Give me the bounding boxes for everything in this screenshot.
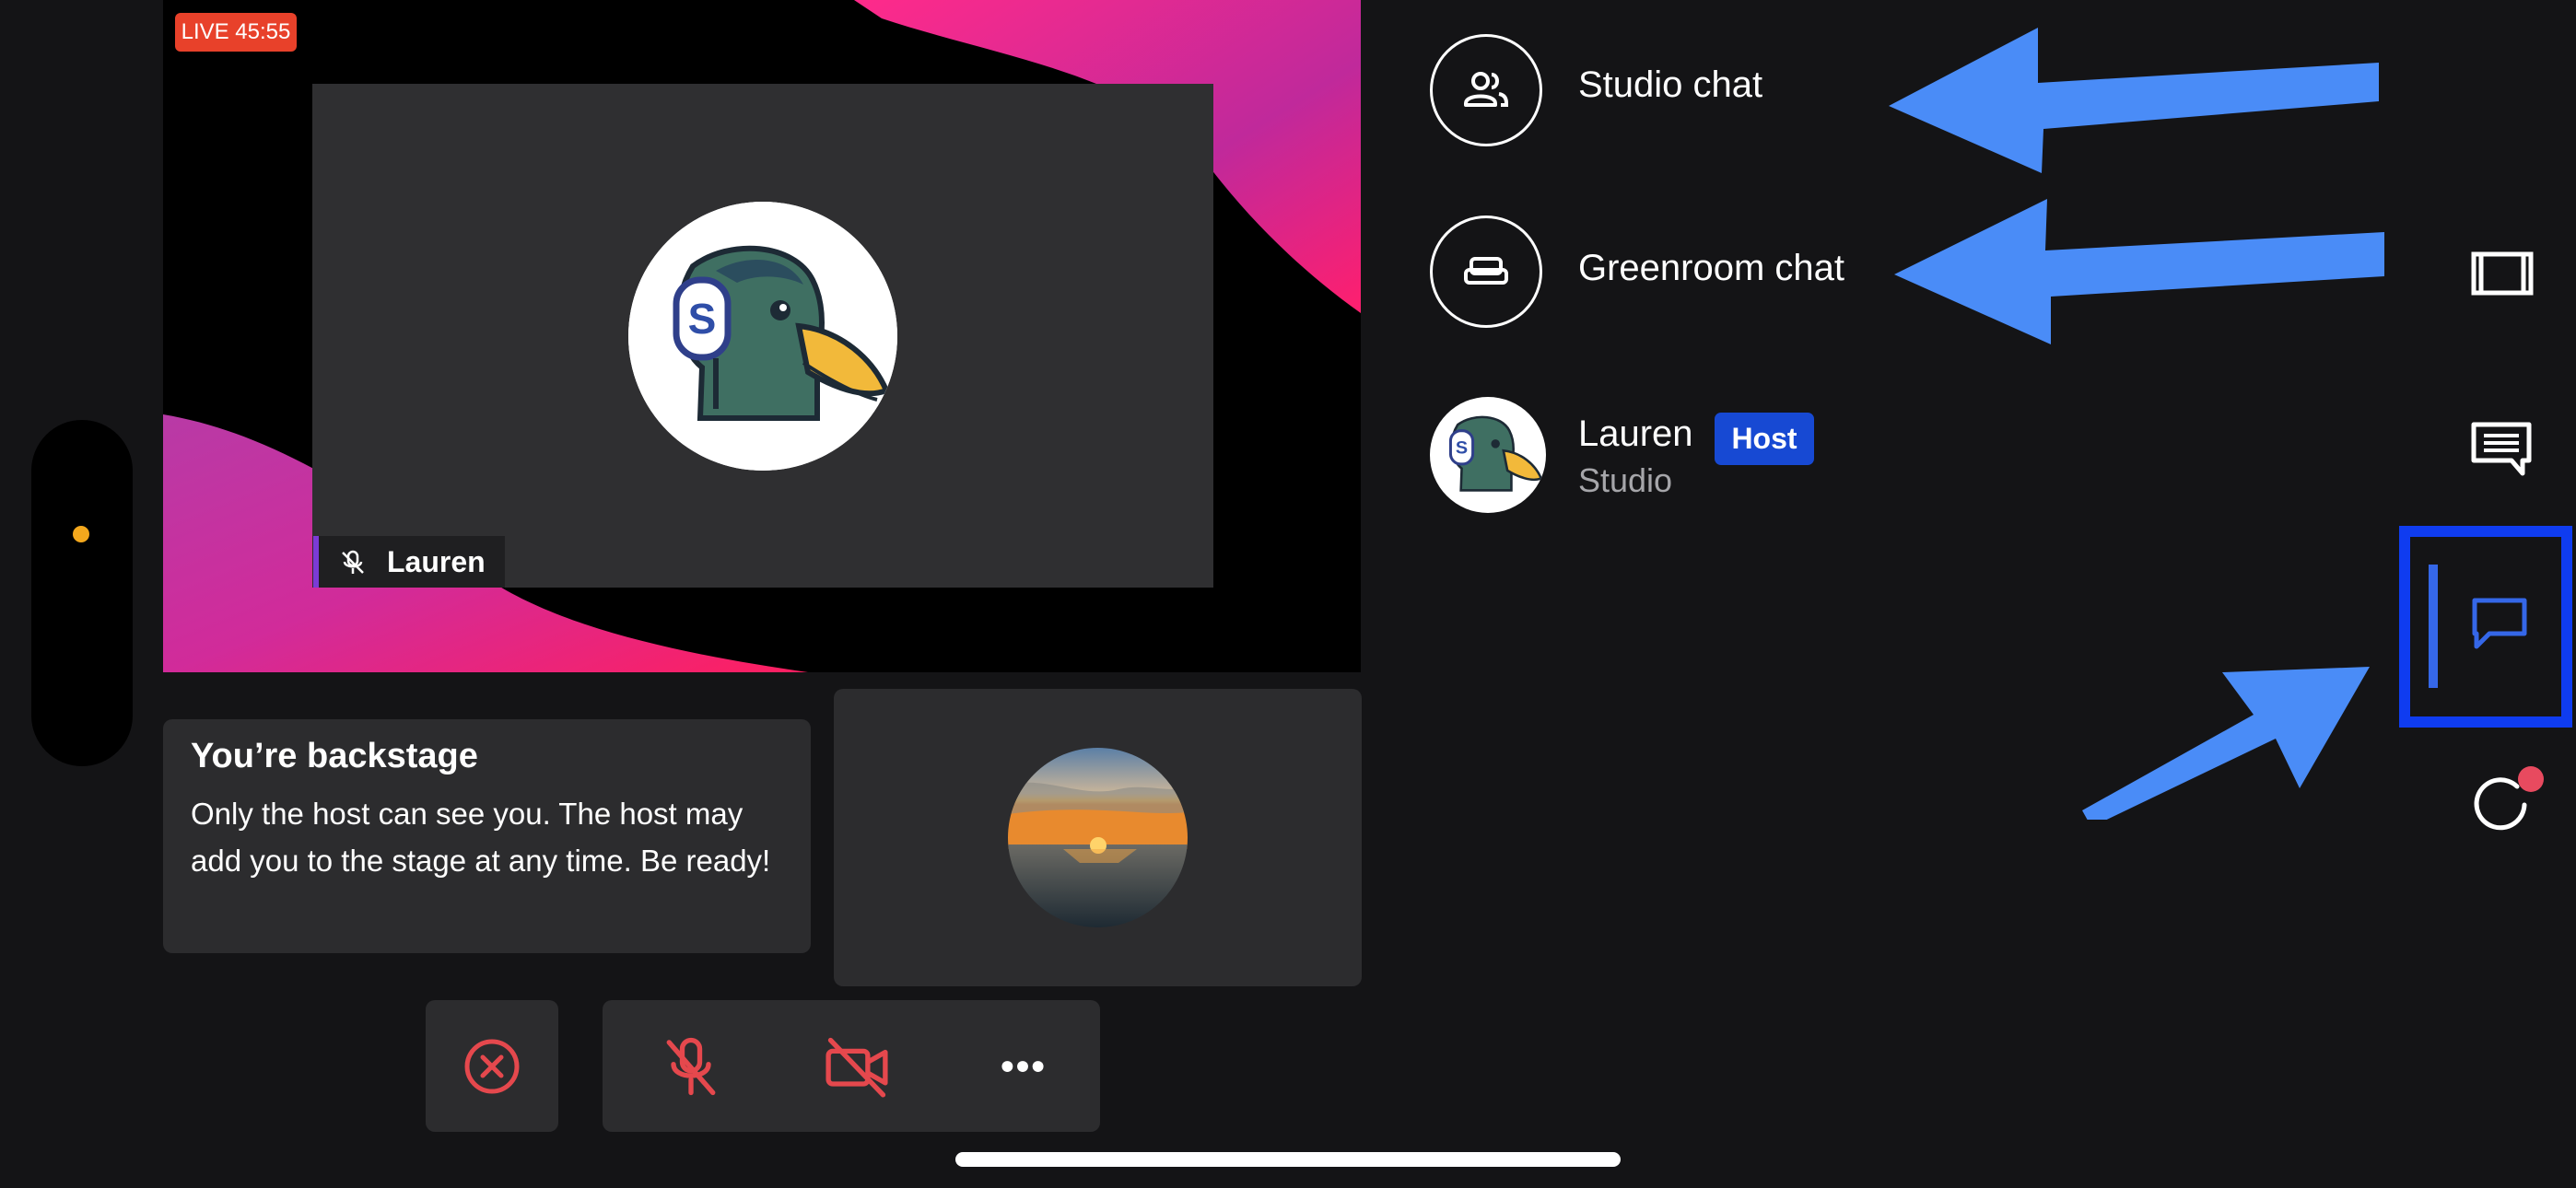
- couch-icon: [1464, 257, 1508, 285]
- status-dot: [73, 526, 89, 542]
- chat-icon: [2472, 598, 2527, 649]
- comments-icon: [2471, 422, 2532, 476]
- member-subtitle: Studio: [1578, 461, 1673, 499]
- media-controls: [603, 1000, 1100, 1132]
- host-badge: Host: [1715, 413, 1814, 465]
- more-icon: [1001, 1061, 1044, 1072]
- close-circle-icon: [464, 1039, 520, 1094]
- backstage-message: Only the host can see you. The host may …: [191, 797, 771, 878]
- self-avatar: [1008, 748, 1188, 927]
- layout-icon: [2471, 251, 2534, 296]
- studio-chat-avatar[interactable]: [1430, 34, 1542, 146]
- active-tab-indicator: [2429, 565, 2438, 688]
- backstage-title: You’re backstage: [191, 737, 478, 775]
- sunset-photo-icon: [1008, 748, 1188, 927]
- side-handle[interactable]: [31, 420, 133, 766]
- comments-button[interactable]: [2469, 420, 2534, 477]
- member-avatar[interactable]: S: [1430, 397, 1546, 513]
- mic-off-icon: [666, 1037, 716, 1096]
- participant-name: Lauren: [387, 545, 486, 578]
- participant-avatar: S: [628, 202, 897, 471]
- greenroom-chat-avatar[interactable]: [1430, 215, 1542, 328]
- more-options-button[interactable]: [988, 1031, 1058, 1101]
- camera-toggle-button[interactable]: [822, 1031, 892, 1101]
- live-timer-badge: LIVE 45:55: [175, 13, 297, 52]
- member-name: Lauren: [1578, 413, 1693, 454]
- svg-text:S: S: [1456, 438, 1468, 459]
- annotation-arrows: [1889, 28, 2384, 344]
- greenroom-chat-label[interactable]: Greenroom chat: [1578, 248, 1844, 289]
- camera-off-icon: [825, 1037, 888, 1098]
- duck-logo-icon: S: [1448, 415, 1543, 492]
- home-indicator[interactable]: [955, 1152, 1621, 1167]
- layout-button[interactable]: [2468, 249, 2536, 298]
- mic-off-icon: [342, 550, 364, 574]
- leave-button[interactable]: [426, 1000, 558, 1132]
- notification-dot: [2518, 766, 2544, 792]
- chat-button[interactable]: [2469, 595, 2530, 652]
- studio-chat-label[interactable]: Studio chat: [1578, 64, 1762, 106]
- svg-text:S: S: [688, 295, 717, 343]
- people-icon: [1464, 72, 1508, 107]
- participant-name-tag: Lauren: [313, 536, 505, 588]
- duck-logo-icon: S: [628, 202, 897, 471]
- mic-toggle-button[interactable]: [656, 1031, 726, 1101]
- annotation-arrow-diagonal: [2082, 667, 2370, 820]
